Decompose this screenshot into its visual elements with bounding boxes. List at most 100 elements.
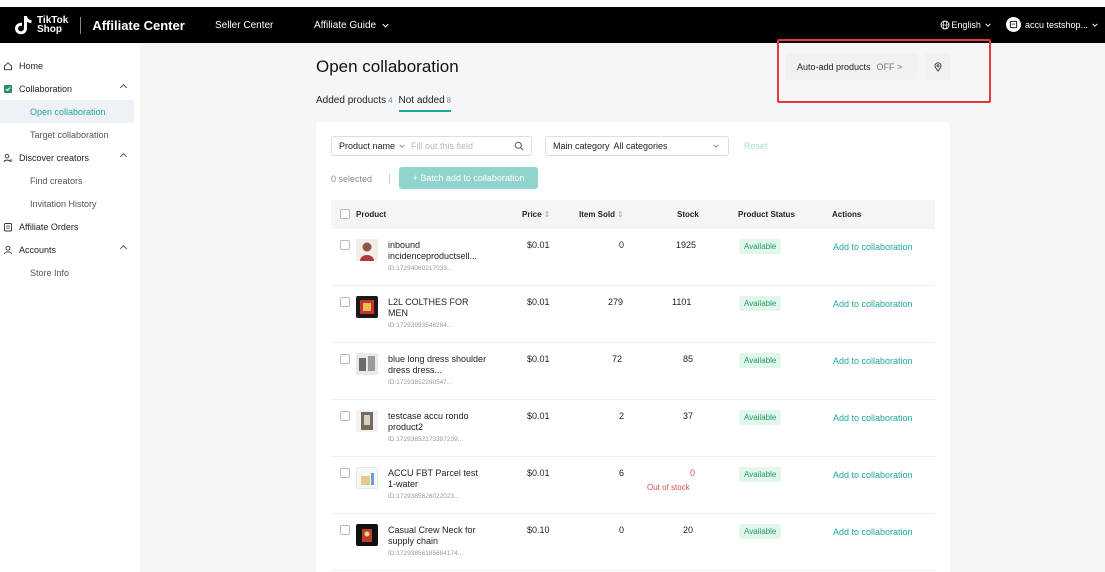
product-title[interactable]: testcase accu rondo product2 [388,411,469,432]
column-header-label: Item Sold [579,210,616,219]
stock-cell: 0 [690,468,696,478]
column-header-price[interactable]: Price ⇕ [522,210,550,219]
product-title[interactable]: ACCU FBT Parcel test 1-water [388,468,478,489]
add-to-collaboration-link[interactable]: Add to collaboration [833,413,913,423]
status-badge: Available [739,239,782,254]
product-name-select[interactable]: Product name [339,141,395,151]
topbar-right: English accu testshop... [940,17,1099,32]
product-id: ID:17293993546284... [388,322,453,329]
main-category-filter[interactable]: Main category All categories [545,136,729,156]
sidebar-item-accounts[interactable]: Accounts [0,238,140,261]
row-checkbox[interactable] [340,240,350,250]
product-thumbnail [356,296,378,318]
sidebar-item-target-collaboration[interactable]: Target collaboration [0,123,140,146]
add-to-collaboration-link[interactable]: Add to collaboration [833,527,913,537]
sidebar-item-store-info[interactable]: Store Info [0,261,140,284]
batch-add-button[interactable]: + Batch add to collaboration [399,167,538,189]
sidebar-item-collaboration[interactable]: Collaboration [0,77,140,100]
sidebar-item-find-creators[interactable]: Find creators [0,169,140,192]
sidebar-item-discover-creators[interactable]: Discover creators [0,146,140,169]
chevron-down-icon [382,23,389,28]
product-id: ID:17293852260547... [388,379,453,386]
affiliate-guide-label: Affiliate Guide [314,20,377,31]
sidebar-item-open-collaboration[interactable]: Open collaboration [0,100,134,123]
stock-cell: 20 [683,525,694,535]
select-all-checkbox[interactable] [340,209,350,219]
product-name: Casual Crew Neck for supply chain ID:1729… [388,525,488,558]
out-of-stock-label: Out of stock [647,483,690,492]
seller-center-link[interactable]: Seller Center [215,20,273,31]
product-name: ACCU FBT Parcel test 1-water ID:172938562… [388,468,488,501]
row-checkbox[interactable] [340,525,350,535]
product-title[interactable]: blue long dress shoulder dress dress... [388,354,486,375]
top-navigation-bar: TikTok Shop Affiliate Center Seller Cent… [0,7,1105,43]
stock-cell: 37 [683,411,694,421]
search-icon[interactable] [514,141,524,151]
selected-count: 0 selected [331,174,373,184]
item-sold-cell: 279 [608,297,624,307]
sidebar-item-affiliate-orders[interactable]: Affiliate Orders [0,215,140,238]
product-title[interactable]: inbound incidenceproductsell... [388,240,477,261]
product-thumbnail [356,239,378,261]
status-badge: Available [739,524,782,539]
sidebar-item-label: Store Info [30,267,70,278]
product-title[interactable]: Casual Crew Neck for supply chain [388,525,476,546]
chevron-down-icon [713,144,719,148]
app-title: Affiliate Center [92,17,185,33]
user-icon [4,245,12,254]
table-row: blue long dress shoulder dress dress... I… [331,343,935,400]
item-sold-cell: 0 [619,525,625,535]
status-badge: Available [739,467,782,482]
item-sold-cell: 72 [612,354,623,364]
product-thumbnail [356,524,378,546]
price-cell: $0.01 [527,297,550,307]
language-selector[interactable]: English [940,20,992,30]
collaboration-icon [4,84,12,93]
tiktok-icon [15,16,32,35]
product-id: ID:17294060217033... [388,265,453,272]
tab-added-products[interactable]: Added products 4 [316,95,393,112]
add-to-collaboration-link[interactable]: Add to collaboration [833,242,913,252]
row-checkbox[interactable] [340,411,350,421]
sort-icon: ⇕ [543,210,551,219]
affiliate-guide-menu[interactable]: Affiliate Guide [314,20,390,31]
store-avatar-icon[interactable] [1005,17,1021,32]
sidebar: Home Collaboration Open collaboration Ta… [0,54,140,284]
globe-icon [940,20,950,29]
row-checkbox[interactable] [340,468,350,478]
chevron-down-icon [399,144,405,148]
main-category-value: All categories [613,141,668,151]
store-name[interactable]: accu testshop... [1025,20,1088,30]
product-id: ID:17293856185684174... [388,550,464,557]
product-thumbnail [356,467,378,489]
sidebar-item-label: Find creators [30,175,83,186]
row-checkbox[interactable] [340,354,350,364]
add-to-collaboration-link[interactable]: Add to collaboration [833,299,913,309]
sidebar-item-invitation-history[interactable]: Invitation History [0,192,140,215]
table-row: inbound incidenceproductsell... ID:172940… [331,229,935,286]
product-thumbnail [356,353,378,375]
tiktok-shop-logo[interactable]: TikTok Shop [13,14,68,36]
sidebar-item-label: Collaboration [19,83,73,94]
price-cell: $0.01 [527,240,550,250]
table-row: Casual Crew Neck for supply chain ID:1729… [331,514,935,571]
reset-button[interactable]: Reset [744,141,768,151]
price-cell: $0.01 [527,411,550,421]
creators-icon [3,153,13,162]
logo-text: TikTok Shop [37,16,68,35]
tab-count: 8 [446,96,452,105]
row-checkbox[interactable] [340,297,350,307]
tab-not-added[interactable]: Not added 8 [398,95,452,112]
add-to-collaboration-link[interactable]: Add to collaboration [833,356,913,366]
add-to-collaboration-link[interactable]: Add to collaboration [833,470,913,480]
item-sold-cell: 0 [619,240,625,250]
product-name-input[interactable]: Fill out this field [411,141,473,151]
column-header-stock: Stock [677,210,699,219]
product-title[interactable]: L2L COLTHES FOR MEN [388,297,469,318]
table-row: testcase accu rondo product2 ID:172938521… [331,400,935,457]
column-header-product: Product [356,210,387,219]
column-header-item-sold[interactable]: Item Sold ⇕ [579,210,624,219]
sidebar-item-home[interactable]: Home [0,54,140,77]
chevron-up-icon [119,83,128,92]
sidebar-item-label: Accounts [19,244,57,255]
